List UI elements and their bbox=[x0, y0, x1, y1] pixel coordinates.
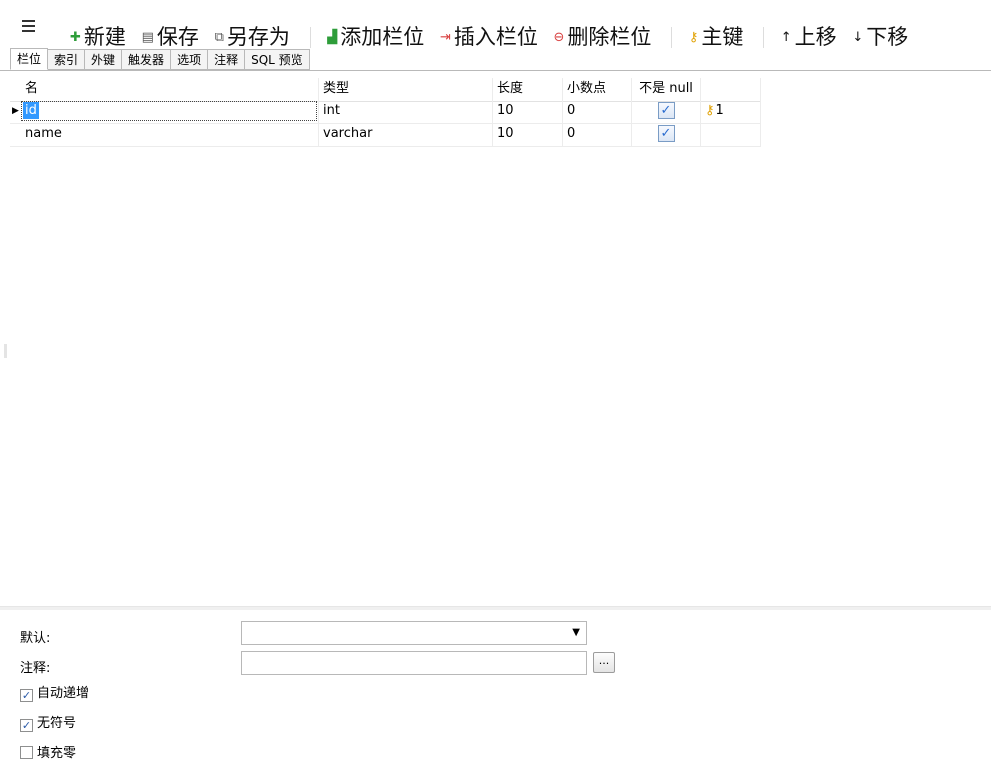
unsigned-option[interactable]: ✓ 无符号 bbox=[20, 715, 76, 733]
delete-column-button[interactable]: ⊖ 删除栏位 bbox=[554, 24, 652, 48]
default-select[interactable]: ▼ bbox=[241, 621, 587, 645]
new-button[interactable]: ✚ 新建 bbox=[70, 24, 126, 48]
toolbar-separator bbox=[671, 27, 673, 48]
field-key-cell[interactable] bbox=[701, 123, 761, 146]
field-name-cell[interactable]: id bbox=[21, 100, 319, 123]
tab-triggers[interactable]: 触发器 bbox=[122, 49, 172, 70]
tab-options[interactable]: 选项 bbox=[171, 49, 209, 70]
move-up-button[interactable]: ↑ 上移 bbox=[781, 24, 837, 48]
unsigned-checkbox[interactable]: ✓ bbox=[20, 719, 33, 732]
move-down-button[interactable]: ↓ 下移 bbox=[852, 24, 908, 48]
header-length[interactable]: 长度 bbox=[493, 78, 563, 101]
splitter-handle[interactable] bbox=[4, 344, 7, 358]
tab-indexes[interactable]: 索引 bbox=[48, 49, 86, 70]
field-length-cell[interactable]: 10 bbox=[493, 100, 563, 123]
header-indicator bbox=[10, 78, 21, 101]
comment-ellipsis-button[interactable]: ... bbox=[593, 652, 615, 673]
auto-increment-checkbox[interactable]: ✓ bbox=[20, 689, 33, 702]
field-decimals-cell[interactable]: 0 bbox=[563, 100, 632, 123]
dropdown-arrow-icon: ▼ bbox=[572, 627, 580, 638]
add-column-button[interactable]: ▟ 添加栏位 bbox=[327, 24, 424, 48]
save-button[interactable]: ▤ 保存 bbox=[142, 24, 199, 48]
field-length-cell[interactable]: 10 bbox=[493, 123, 563, 146]
add-column-icon: ▟ bbox=[327, 30, 338, 45]
comment-label: 注释: bbox=[20, 661, 51, 676]
header-not-null[interactable]: 不是 null bbox=[632, 78, 701, 101]
default-label: 默认: bbox=[20, 631, 51, 646]
field-type-cell[interactable]: varchar bbox=[319, 123, 493, 146]
field-name-cell[interactable]: name bbox=[21, 123, 319, 146]
not-null-checkbox[interactable]: ✓ bbox=[657, 102, 675, 119]
row-indicator-icon: ▶ bbox=[12, 106, 19, 116]
header-name[interactable]: 名 bbox=[21, 78, 319, 101]
arrow-down-icon: ↓ bbox=[852, 30, 864, 45]
tab-foreign-keys[interactable]: 外键 bbox=[85, 49, 123, 70]
save-as-button[interactable]: ⧉ 另存为 bbox=[215, 24, 290, 48]
table-row[interactable]: name varchar 10 0 ✓ bbox=[10, 123, 761, 147]
row-indicator bbox=[10, 123, 21, 146]
field-key-cell[interactable]: ⚷1 bbox=[701, 100, 761, 123]
header-key[interactable] bbox=[701, 78, 761, 101]
delete-column-icon: ⊖ bbox=[553, 30, 565, 45]
hamburger-menu-icon[interactable] bbox=[22, 20, 35, 33]
insert-column-button[interactable]: ⇥ 插入栏位 bbox=[440, 24, 538, 48]
tab-fields[interactable]: 栏位 bbox=[10, 48, 49, 70]
comment-input[interactable] bbox=[241, 651, 587, 675]
field-not-null-cell[interactable]: ✓ bbox=[632, 123, 701, 146]
fields-grid-header: 名 类型 长度 小数点 不是 null bbox=[10, 78, 761, 102]
toolbar-separator bbox=[763, 27, 765, 48]
insert-column-icon: ⇥ bbox=[439, 30, 451, 45]
auto-increment-option[interactable]: ✓ 自动递增 bbox=[20, 685, 89, 703]
table-row[interactable]: ▶ id int 10 0 ✓ ⚷1 bbox=[10, 100, 761, 124]
new-icon: ✚ bbox=[70, 30, 81, 45]
toolbar: ✚ 新建 ▤ 保存 ⧉ 另存为 ▟ 添加栏位 ⇥ 插入栏位 ⊖ 删除栏位 ⚷ 主键 ↑ 上移 ↓… bbox=[0, 0, 991, 48]
tab-comment[interactable]: 注释 bbox=[208, 49, 246, 70]
arrow-up-icon: ↑ bbox=[780, 30, 792, 45]
save-icon: ▤ bbox=[141, 30, 154, 45]
key-icon: ⚷ bbox=[688, 30, 699, 45]
toolbar-buttons: ✚ 新建 ▤ 保存 ⧉ 另存为 ▟ 添加栏位 ⇥ 插入栏位 ⊖ 删除栏位 ⚷ 主键 ↑ 上移 ↓… bbox=[70, 24, 917, 48]
toolbar-separator bbox=[309, 27, 311, 48]
primary-key-button[interactable]: ⚷ 主键 bbox=[689, 24, 744, 48]
zerofill-option[interactable]: 填充零 bbox=[20, 745, 76, 763]
field-decimals-cell[interactable]: 0 bbox=[563, 123, 632, 146]
field-type-cell[interactable]: int bbox=[319, 100, 493, 123]
header-decimals[interactable]: 小数点 bbox=[563, 78, 632, 101]
not-null-checkbox[interactable]: ✓ bbox=[657, 125, 675, 142]
tab-strip: 栏位 索引 外键 触发器 选项 注释 SQL 预览 bbox=[10, 48, 310, 70]
tab-sql-preview[interactable]: SQL 预览 bbox=[245, 49, 310, 70]
save-as-icon: ⧉ bbox=[214, 30, 224, 45]
zerofill-checkbox[interactable] bbox=[20, 746, 33, 759]
header-type[interactable]: 类型 bbox=[319, 78, 493, 101]
field-not-null-cell[interactable]: ✓ bbox=[632, 100, 701, 123]
primary-key-icon: ⚷ bbox=[705, 103, 715, 118]
panel-splitter[interactable] bbox=[0, 606, 991, 610]
